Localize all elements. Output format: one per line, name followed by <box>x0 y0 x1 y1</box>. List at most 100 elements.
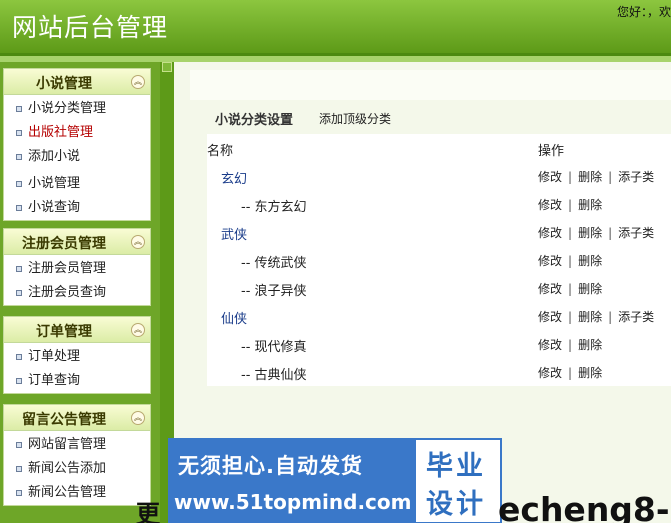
menu-group-header[interactable]: 订单管理 ︽ <box>4 317 150 343</box>
collapse-icon[interactable]: ︽ <box>131 235 145 249</box>
sidebar-item-label: 添加小说 <box>28 149 81 164</box>
category-panel: 小说分类设置 添加顶级分类 名称 操作 玄幻 修改 | 删除 | 添子类 -- 东方玄幻… <box>207 100 671 386</box>
watermark-slogan: 无须担心.自动发货 <box>178 454 363 478</box>
edit-link[interactable]: 修改 <box>538 282 562 296</box>
bullet-icon <box>16 290 22 296</box>
badge-text-top: 毕业 <box>426 451 486 482</box>
delete-link[interactable]: 删除 <box>578 170 602 184</box>
sidebar-item-member-manage[interactable]: 注册会员管理 <box>4 257 150 281</box>
bullet-icon <box>16 130 22 136</box>
edit-link[interactable]: 修改 <box>538 310 562 324</box>
sidebar-item-news-add[interactable]: 新闻公告添加 <box>4 457 150 481</box>
edit-link[interactable]: 修改 <box>538 226 562 240</box>
category-name: -- 古典仙侠 <box>241 368 307 383</box>
menu-group-header[interactable]: 注册会员管理 ︽ <box>4 229 150 255</box>
delete-link[interactable]: 删除 <box>578 366 602 380</box>
bullet-icon <box>16 106 22 112</box>
delete-link[interactable]: 删除 <box>578 226 602 240</box>
sidebar-item-label: 小说分类管理 <box>28 101 107 116</box>
menu-group-member: 注册会员管理 ︽ 注册会员管理 注册会员查询 <box>3 228 151 306</box>
edit-link[interactable]: 修改 <box>538 254 562 268</box>
table-row: -- 东方玄幻 修改 | 删除 <box>207 190 671 218</box>
menu-group-notice: 留言公告管理 ︽ 网站留言管理 新闻公告添加 新闻公告管理 <box>3 404 151 506</box>
row-ops: 修改 | 删除 | 添子类 <box>538 170 655 184</box>
sidebar-item-order-process[interactable]: 订单处理 <box>4 345 150 369</box>
category-name: -- 浪子异侠 <box>241 284 307 299</box>
add-child-link[interactable]: 添子类 <box>618 170 654 184</box>
watermark-url: www.51topmind.com <box>174 490 412 514</box>
table-row: 武侠 修改 | 删除 | 添子类 <box>207 218 671 246</box>
collapse-icon[interactable]: ︽ <box>131 411 145 425</box>
sidebar-item-label: 订单处理 <box>28 349 81 364</box>
sidebar-item-publisher[interactable]: 出版社管理 <box>4 121 150 145</box>
menu-group-title: 注册会员管理 <box>22 236 106 252</box>
category-name: -- 现代修真 <box>241 340 307 355</box>
top-band <box>190 70 671 100</box>
sidebar-item-label: 新闻公告添加 <box>28 461 107 476</box>
add-child-link[interactable]: 添子类 <box>618 310 654 324</box>
header-bar: 网站后台管理 您好：，欢 <box>0 0 671 56</box>
delete-link[interactable]: 删除 <box>578 282 602 296</box>
sidebar-item-label: 出版社管理 <box>28 125 94 140</box>
sidebar-item-label: 订单查询 <box>28 373 81 388</box>
sidebar-item-guestbook[interactable]: 网站留言管理 <box>4 433 150 457</box>
bullet-icon <box>16 466 22 472</box>
sidebar: 小说管理 ︽ 小说分类管理 出版社管理 添加小说 小说管理 小说查询 注册会员管… <box>0 62 160 523</box>
sidebar-item-novel-query[interactable]: 小说查询 <box>4 196 150 220</box>
menu-group-order: 订单管理 ︽ 订单处理 订单查询 <box>3 316 151 394</box>
category-name[interactable]: 玄幻 <box>221 168 247 187</box>
add-top-category-link[interactable]: 添加顶级分类 <box>319 110 391 127</box>
edit-link[interactable]: 修改 <box>538 338 562 352</box>
collapse-icon[interactable]: ︽ <box>131 323 145 337</box>
bullet-icon <box>16 205 22 211</box>
watermark-lead-text: 更 <box>136 500 160 523</box>
table-row: -- 浪子异侠 修改 | 删除 <box>207 274 671 302</box>
user-greeting: 您好：，欢 <box>616 5 671 19</box>
menu-group-novel: 小说管理 ︽ 小说分类管理 出版社管理 添加小说 小说管理 小说查询 <box>3 68 151 221</box>
menu-group-header[interactable]: 留言公告管理 ︽ <box>4 405 150 431</box>
sidebar-item-novel-category[interactable]: 小说分类管理 <box>4 97 150 121</box>
menu-group-title: 小说管理 <box>36 76 92 92</box>
add-child-link[interactable]: 添子类 <box>618 226 654 240</box>
edit-link[interactable]: 修改 <box>538 198 562 212</box>
bullet-icon <box>16 442 22 448</box>
edit-link[interactable]: 修改 <box>538 170 562 184</box>
watermark-banner: 无须担心.自动发货 www.51topmind.com 毕业 设计 <box>168 438 502 523</box>
sidebar-item-novel-manage[interactable]: 小说管理 <box>4 172 150 196</box>
delete-link[interactable]: 删除 <box>578 338 602 352</box>
row-ops: 修改 | 删除 <box>538 366 603 380</box>
row-ops: 修改 | 删除 <box>538 254 603 268</box>
table-row: -- 传统武侠 修改 | 删除 <box>207 246 671 274</box>
category-name: -- 东方玄幻 <box>241 200 307 215</box>
sidebar-item-add-novel[interactable]: 添加小说 <box>4 145 150 169</box>
delete-link[interactable]: 删除 <box>578 198 602 212</box>
row-ops: 修改 | 删除 | 添子类 <box>538 310 655 324</box>
scroll-up-icon[interactable] <box>162 62 172 72</box>
sidebar-item-order-query[interactable]: 订单查询 <box>4 369 150 393</box>
watermark-badge: 毕业 设计 <box>416 440 500 522</box>
sidebar-item-label: 网站留言管理 <box>28 437 107 452</box>
column-header-ops: 操作 <box>538 144 565 159</box>
bullet-icon <box>16 181 22 187</box>
menu-group-header[interactable]: 小说管理 ︽ <box>4 69 150 95</box>
bullet-icon <box>16 354 22 360</box>
delete-link[interactable]: 删除 <box>578 254 602 268</box>
page-title: 小说分类设置 <box>215 113 294 128</box>
menu-group-title: 订单管理 <box>36 324 92 340</box>
table-row: -- 现代修真 修改 | 删除 <box>207 330 671 358</box>
edit-link[interactable]: 修改 <box>538 366 562 380</box>
sidebar-item-member-query[interactable]: 注册会员查询 <box>4 281 150 305</box>
category-name[interactable]: 武侠 <box>221 224 247 243</box>
delete-link[interactable]: 删除 <box>578 310 602 324</box>
category-name[interactable]: 仙侠 <box>221 308 247 327</box>
row-ops: 修改 | 删除 <box>538 338 603 352</box>
badge-text-bottom: 设计 <box>426 489 486 520</box>
sidebar-item-label: 小说管理 <box>28 176 81 191</box>
sidebar-item-label: 新闻公告管理 <box>28 485 107 500</box>
watermark-tail-text: echeng8- <box>498 490 670 523</box>
collapse-icon[interactable]: ︽ <box>131 75 145 89</box>
sidebar-item-news-manage[interactable]: 新闻公告管理 <box>4 481 150 505</box>
panel-header: 小说分类设置 添加顶级分类 <box>207 100 671 134</box>
table-row: 仙侠 修改 | 删除 | 添子类 <box>207 302 671 330</box>
row-ops: 修改 | 删除 <box>538 282 603 296</box>
